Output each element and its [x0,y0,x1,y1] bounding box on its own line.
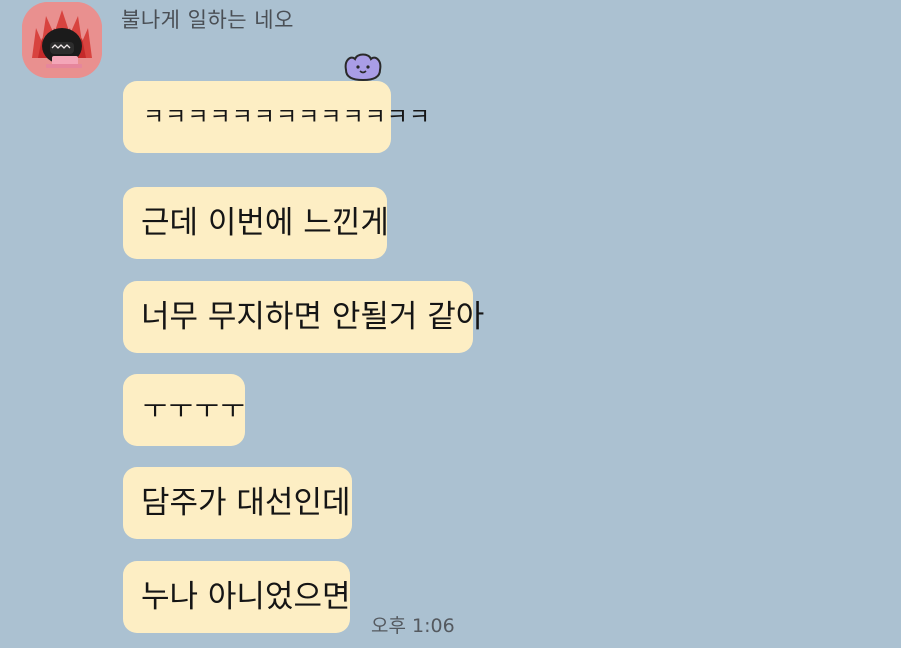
message-timestamp: 오후 1:06 [371,615,455,637]
message-bubble[interactable]: 담주가 대선인데 [123,467,352,539]
message-bubble[interactable]: ㅋㅋㅋㅋㅋㅋㅋㅋㅋㅋㅋㅋㅋ [123,81,430,153]
message-bubble[interactable]: 누나 아니었으면 [123,561,351,633]
message-bubble[interactable]: ㅜㅜㅜㅜ [123,374,245,446]
message-bubble[interactable]: 너무 무지하면 안될거 같아 [123,281,484,353]
sender-name: 불나게 일하는 네오 [121,8,294,32]
chat-area: 불나게 일하는 네오 ㅋㅋㅋㅋㅋㅋㅋㅋㅋㅋㅋㅋㅋ 근데 이번에 느낀게 너무 무… [0,0,901,648]
profile-avatar-icon[interactable] [22,2,102,78]
blob-emoticon-icon[interactable] [342,52,384,82]
message-bubble[interactable]: 근데 이번에 느낀게 [123,187,389,259]
